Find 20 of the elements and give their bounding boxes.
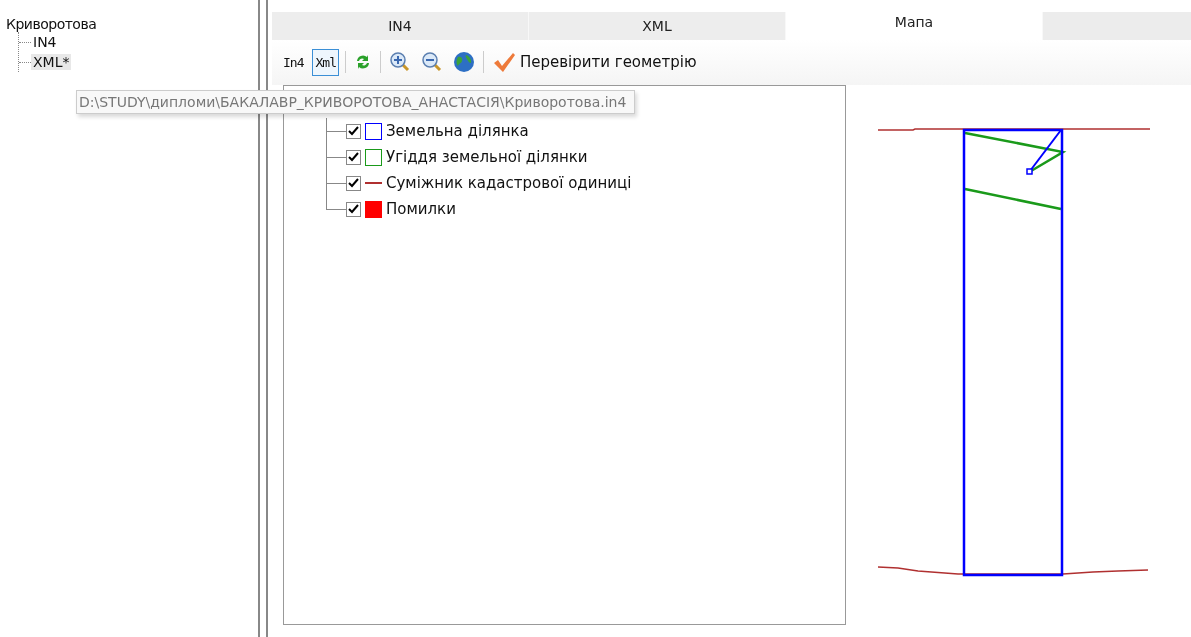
zoom-in-icon	[388, 51, 411, 74]
tab[interactable]: IN4	[272, 12, 529, 40]
tree-item[interactable]: XML*	[31, 54, 72, 70]
tab[interactable]: XML	[529, 12, 786, 40]
toolbar-button[interactable]: In4	[280, 48, 307, 76]
layer-label: Угіддя земельної ділянки	[386, 148, 588, 166]
checkbox[interactable]	[346, 123, 361, 139]
checkbox[interactable]	[346, 149, 361, 165]
globe-icon	[452, 51, 475, 74]
checkbox[interactable]	[346, 175, 361, 191]
layer-label: Земельна ділянка	[386, 122, 529, 140]
tree-item[interactable]: IN4	[31, 34, 59, 50]
layer-label: Помилки	[386, 200, 456, 218]
tree-item[interactable]: Криворотова	[6, 16, 258, 32]
layer-label: Суміжник кадастрової одиниці	[386, 174, 632, 192]
zoom-out-icon	[420, 51, 443, 74]
check-geometry-button[interactable]: Перевірити геометрію	[489, 49, 699, 76]
toolbar-button[interactable]: Xml	[312, 48, 339, 76]
checkbox[interactable]	[346, 201, 361, 217]
path-tooltip: D:\STUDY\дипломи\БАКАЛАВР_КРИВОРОТОВА_АНАСТАСІЯ\Криворотова.in4	[76, 90, 636, 114]
